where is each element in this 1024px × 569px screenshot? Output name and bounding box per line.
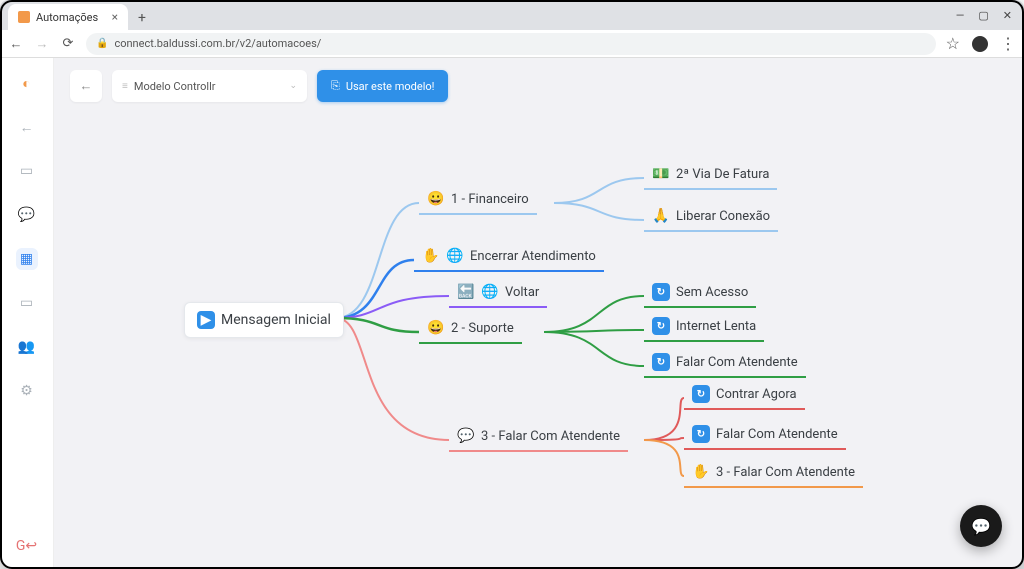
loop-icon: ↻ (652, 283, 670, 301)
node-label: Sem Acesso (676, 285, 748, 300)
node-label: Falar Com Atendente (716, 427, 838, 442)
node-encerrar[interactable]: ✋ 🌐 Encerrar Atendimento (414, 243, 604, 272)
emoji-icon: 💵 (652, 165, 670, 183)
rail-message-icon[interactable]: ▭ (16, 292, 38, 314)
node-contratar-agora[interactable]: ↻ Contrar Agora (684, 381, 805, 410)
node-label: 3 - Falar Com Atendente (716, 465, 855, 480)
node-financeiro[interactable]: 😀 1 - Financeiro (419, 186, 537, 215)
node-label: Mensagem Inicial (221, 312, 331, 328)
browser-menu-icon[interactable]: ⋮ (1000, 34, 1016, 53)
rail-logout-icon[interactable]: G↩ (16, 535, 38, 557)
emoji-icon: 😀 (427, 190, 445, 208)
loop-icon: ↻ (652, 353, 670, 371)
hand-icon: ✋ (422, 247, 440, 265)
node-falar-atendente-2[interactable]: ↻ Falar Com Atendente (684, 421, 846, 450)
brand-icon[interactable]: ◐ (16, 72, 38, 94)
back-icon: 🔙 (457, 283, 475, 301)
node-falar-atendente-sup[interactable]: ↻ Falar Com Atendente (644, 349, 806, 378)
hand-icon: ✋ (692, 463, 710, 481)
chat-fab-button[interactable]: 💬 (960, 505, 1002, 547)
rail-back-icon[interactable]: ← (16, 116, 38, 138)
node-internet-lenta[interactable]: ↻ Internet Lenta (644, 313, 764, 342)
loop-icon: ↻ (692, 425, 710, 443)
globe-icon: 🌐 (446, 247, 464, 265)
rail-settings-icon[interactable]: ⚙ (16, 380, 38, 402)
mindmap-canvas[interactable]: ▶ Mensagem Inicial 😀 1 - Financeiro 💵 2ª… (54, 58, 1024, 569)
node-voltar[interactable]: 🔙 🌐 Voltar (449, 279, 547, 308)
node-label: Voltar (505, 285, 539, 300)
rail-page-icon[interactable]: ▭ (16, 160, 38, 182)
browser-url-field[interactable]: 🔒 connect.baldussi.com.br/v2/automacoes/ (86, 33, 936, 55)
rail-dashboard-icon[interactable]: ▦ (16, 248, 38, 270)
globe-icon: 🌐 (481, 283, 499, 301)
browser-profile-avatar[interactable] (972, 36, 988, 52)
node-label: Falar Com Atendente (676, 355, 798, 370)
node-root[interactable]: ▶ Mensagem Inicial (184, 302, 344, 338)
side-rail: ◐ ← ▭ 💬 ▦ ▭ 👥 ⚙ G↩ (0, 58, 54, 569)
browser-tab[interactable]: Automações × (8, 4, 128, 30)
loop-icon: ↻ (652, 317, 670, 335)
window-minimize-icon[interactable]: — (956, 9, 965, 22)
browser-tab-strip: Automações × + — ▢ ✕ (0, 0, 1024, 30)
chat-bubble-icon: 💬 (971, 517, 991, 536)
browser-back-icon[interactable]: ← (8, 36, 24, 52)
node-sem-acesso[interactable]: ↻ Sem Acesso (644, 279, 756, 308)
tab-title: Automações (36, 11, 98, 24)
node-suporte[interactable]: 😀 2 - Suporte (419, 315, 522, 344)
node-falar-atendente[interactable]: 💬 3 - Falar Com Atendente (449, 423, 628, 452)
loop-icon: ↻ (692, 385, 710, 403)
play-icon: ▶ (197, 311, 215, 329)
node-2a-via[interactable]: 💵 2ª Via De Fatura (644, 161, 777, 190)
node-label: Encerrar Atendimento (470, 249, 596, 264)
node-label: Internet Lenta (676, 319, 756, 334)
rail-chat-icon[interactable]: 💬 (16, 204, 38, 226)
window-close-icon[interactable]: ✕ (1003, 9, 1012, 22)
browser-reload-icon[interactable]: ⟳ (60, 36, 76, 51)
rail-users-icon[interactable]: 👥 (16, 336, 38, 358)
browser-forward-icon[interactable]: → (34, 36, 50, 52)
new-tab-button[interactable]: + (132, 10, 152, 30)
chat-icon: 💬 (457, 427, 475, 445)
node-label: Contrar Agora (716, 387, 797, 402)
secure-icon: 🔒 (96, 38, 108, 49)
node-liberar-conexao[interactable]: 🙏 Liberar Conexão (644, 203, 778, 232)
tab-favicon-icon (18, 11, 30, 23)
node-label: 3 - Falar Com Atendente (481, 429, 620, 444)
browser-star-icon[interactable]: ☆ (946, 34, 960, 53)
node-label: 1 - Financeiro (451, 192, 529, 207)
window-maximize-icon[interactable]: ▢ (978, 9, 988, 22)
browser-address-bar: ← → ⟳ 🔒 connect.baldussi.com.br/v2/autom… (0, 30, 1024, 58)
tab-close-icon[interactable]: × (112, 10, 118, 24)
node-label: Liberar Conexão (676, 209, 770, 224)
node-label: 2 - Suporte (451, 321, 514, 336)
emoji-icon: 😀 (427, 319, 445, 337)
url-text: connect.baldussi.com.br/v2/automacoes/ (114, 37, 321, 50)
app-shell: ◐ ← ▭ 💬 ▦ ▭ 👥 ⚙ G↩ ← ≡ Modelo Controllr … (0, 58, 1024, 569)
node-falar-atendente-3[interactable]: ✋ 3 - Falar Com Atendente (684, 459, 863, 488)
emoji-icon: 🙏 (652, 207, 670, 225)
window-controls: — ▢ ✕ (944, 5, 1024, 30)
node-label: 2ª Via De Fatura (676, 167, 769, 182)
